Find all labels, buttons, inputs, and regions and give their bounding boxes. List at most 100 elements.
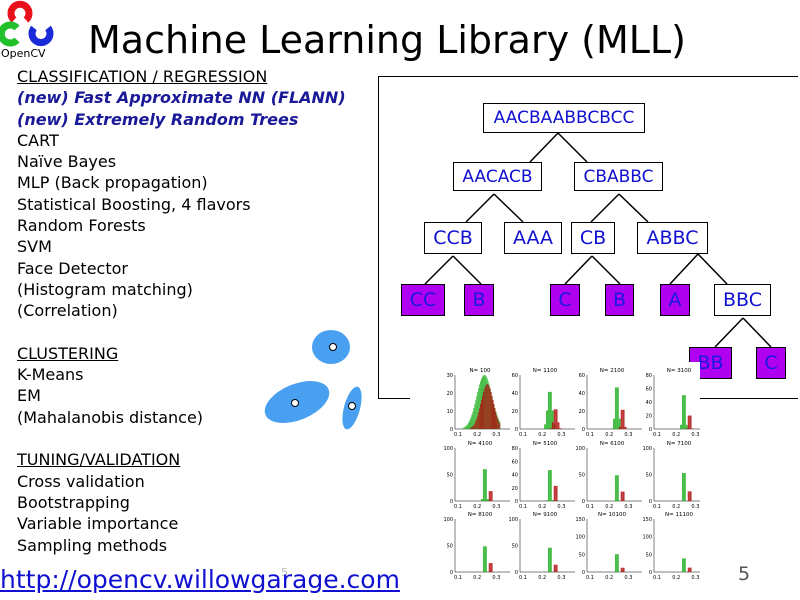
histogram-bar [486,499,489,501]
histogram-bar [616,387,619,429]
histogram-bar [689,415,692,429]
histogram-bar [490,391,492,429]
y-tick-label: 0 [515,570,518,576]
histogram-bar [482,391,484,429]
histogram-bar [613,418,615,429]
y-tick-label: 0 [582,499,585,505]
histogram-bar [681,558,684,572]
histogram-bar [681,395,684,429]
histogram-bar [614,554,617,572]
x-tick-label: 0.3 [492,504,500,510]
x-tick-label: 0.2 [605,504,613,510]
histogram-bar [614,475,617,501]
histogram-bar [622,567,625,572]
histogram-bar [464,426,466,429]
histogram-bar [470,427,472,429]
x-tick-label: 0.2 [605,575,613,581]
tree-node: AAA [504,222,562,254]
histogram-title: N= 3100 [667,368,692,374]
histogram-bar [490,563,493,572]
x-tick-label: 0.2 [538,575,546,581]
tree-leaf: A [660,284,690,316]
histogram-bar [486,384,488,429]
y-tick-label: 20 [512,409,518,415]
histogram-bar [484,469,487,501]
histogram-bar [546,500,548,501]
x-tick-label: 0.2 [538,504,546,510]
histogram-bar [622,491,625,501]
x-tick-label: 0.1 [454,504,462,510]
y-tick-label: 150 [642,517,652,523]
x-tick-label: 0.2 [473,504,481,510]
histogram-bar [479,408,481,429]
y-tick-label: 0 [450,570,453,576]
x-tick-label: 0.2 [538,432,546,438]
x-tick-label: 0.1 [653,432,661,438]
x-tick-label: 0.3 [557,504,565,510]
x-tick-label: 0.3 [557,575,565,581]
tree-node: CBABBC [574,162,663,191]
histogram-bar [492,400,494,429]
y-tick-label: 50 [447,544,453,550]
x-tick-label: 0.2 [605,432,613,438]
histogram-bar [547,470,550,501]
histogram-bar [555,409,558,429]
tree-node-root: AACBAABBCBCC [483,103,645,133]
histogram-bar [620,409,623,429]
tree-node: CCB [424,222,482,254]
histogram-bar [546,410,548,429]
histogram-bar [491,395,493,429]
histogram-bar [488,491,491,501]
histogram-bar [542,428,545,429]
x-tick-label: 0.1 [519,432,527,438]
tree-leaf: C [550,284,580,316]
histogram-bar [481,400,482,429]
tree-node: CB [571,222,615,254]
histogram-bar [480,404,482,429]
y-tick-label: 60 [512,459,518,465]
histogram-bar [488,563,491,572]
x-tick-label: 0.2 [473,432,481,438]
y-tick-label: 100 [575,446,585,452]
y-tick-label: 50 [579,552,585,558]
tree-node: AACACB [453,162,542,191]
histogram-bar [495,412,497,429]
histogram-bar [689,567,692,572]
histogram-bar [551,500,554,501]
x-tick-label: 0.1 [454,575,462,581]
histogram-bar [681,473,684,501]
histogram-bar [553,485,556,501]
website-link[interactable]: http://opencv.willowgarage.com [0,565,400,594]
histogram-bar [555,564,558,572]
y-tick-label: 20 [512,486,518,492]
histogram-bar [622,409,625,429]
y-tick-label: 0 [582,570,585,576]
page-number: 5 [738,563,751,585]
y-tick-label: 60 [646,387,652,393]
x-tick-label: 0.2 [473,575,481,581]
histogram-bar [482,469,485,501]
y-tick-label: 40 [579,391,585,397]
histogram-bar [691,428,694,429]
histogram-bar [490,491,493,501]
histogram-bar [469,419,471,429]
y-tick-label: 100 [443,446,453,452]
y-tick-label: 0 [450,499,453,505]
x-tick-label: 0.1 [519,504,527,510]
histogram-bar [475,421,477,429]
histogram-bar [499,423,501,429]
histogram-bar [683,558,686,572]
histogram-bar [685,424,688,429]
histogram-bar [494,408,496,429]
y-tick-label: 50 [646,552,652,558]
histogram-title: N= 7100 [667,441,692,447]
y-tick-label: 60 [512,373,518,379]
histogram-bar [683,395,686,429]
histogram-title: N= 100 [470,368,491,374]
histogram-bar [551,422,554,429]
x-tick-label: 0.1 [653,575,661,581]
histogram-bar [476,418,478,429]
x-tick-label: 0.2 [672,575,680,581]
x-tick-label: 0.3 [691,575,699,581]
x-tick-label: 0.3 [492,432,500,438]
